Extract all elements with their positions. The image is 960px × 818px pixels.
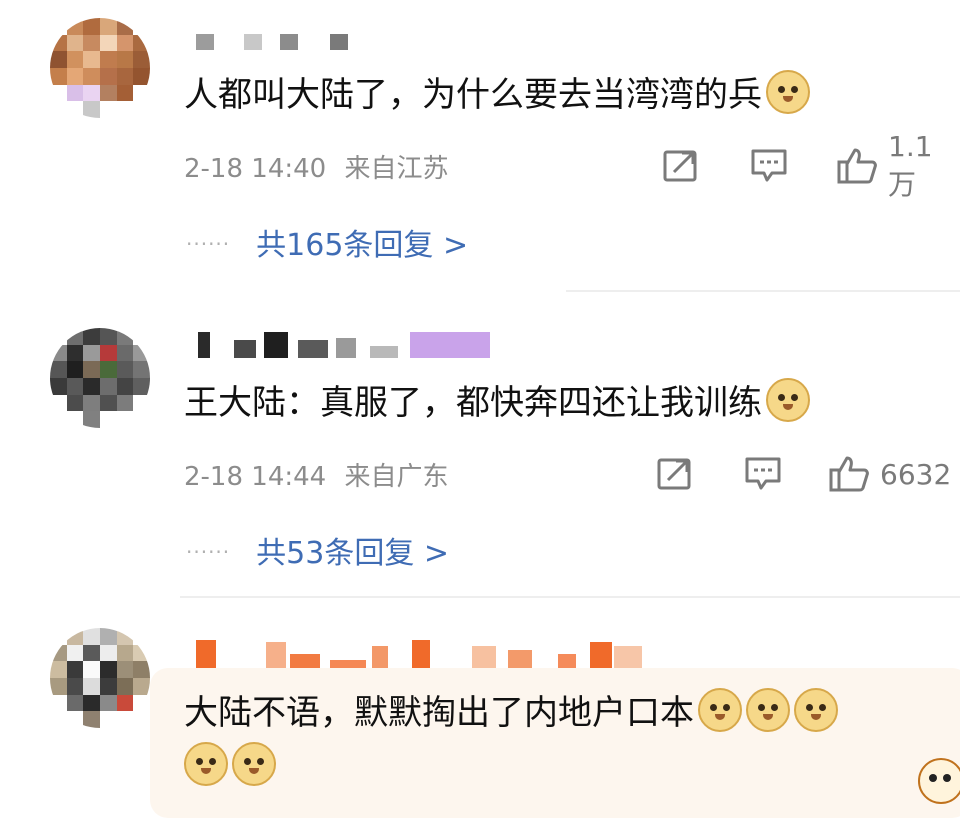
comment-text: 王大陆：真服了，都快奔四还让我训练 bbox=[184, 378, 810, 426]
comment-button[interactable] bbox=[744, 454, 782, 494]
like-button[interactable]: 6632 bbox=[828, 454, 951, 494]
comment-icon bbox=[744, 455, 782, 493]
divider bbox=[180, 596, 960, 598]
comment-meta: 2-18 14:40 来自江苏 bbox=[184, 148, 448, 185]
doge-emoji-icon bbox=[794, 688, 838, 732]
comment-location: 来自广东 bbox=[344, 462, 449, 492]
mascot-icon bbox=[918, 758, 960, 804]
doge-emoji-icon bbox=[766, 70, 810, 114]
share-button[interactable] bbox=[656, 454, 694, 494]
share-icon bbox=[656, 456, 694, 492]
like-count: 1.1万 bbox=[888, 129, 933, 201]
like-button[interactable]: 1.1万 bbox=[836, 130, 960, 201]
like-icon bbox=[836, 146, 878, 186]
comment-meta: 2-18 14:44 来自广东 bbox=[184, 456, 448, 493]
doge-emoji-icon bbox=[698, 688, 742, 732]
view-replies-link[interactable]: ······ 共165条回复 > bbox=[186, 220, 468, 264]
doge-emoji-icon bbox=[746, 688, 790, 732]
view-replies-link[interactable]: ······ 共53条回复 > bbox=[186, 528, 449, 572]
avatar[interactable] bbox=[50, 628, 150, 728]
divider bbox=[566, 290, 960, 292]
comment-icon bbox=[750, 147, 788, 185]
share-button[interactable] bbox=[662, 146, 700, 186]
doge-emoji-icon bbox=[232, 742, 276, 786]
comment-time: 2-18 14:44 bbox=[184, 462, 327, 492]
avatar[interactable] bbox=[50, 328, 150, 428]
share-icon bbox=[662, 148, 700, 184]
comment-text: 人都叫大陆了，为什么要去当湾湾的兵 bbox=[184, 70, 810, 118]
doge-emoji-icon bbox=[184, 742, 228, 786]
comment-time: 2-18 14:40 bbox=[184, 154, 327, 184]
comment-text: 大陆不语，默默掏出了内地户口本 bbox=[184, 686, 944, 794]
comment-button[interactable] bbox=[750, 146, 788, 186]
comment-location: 来自江苏 bbox=[344, 154, 449, 184]
doge-emoji-icon bbox=[766, 378, 810, 422]
avatar[interactable] bbox=[50, 18, 150, 118]
like-count: 6632 bbox=[880, 457, 952, 491]
like-icon bbox=[828, 454, 870, 494]
